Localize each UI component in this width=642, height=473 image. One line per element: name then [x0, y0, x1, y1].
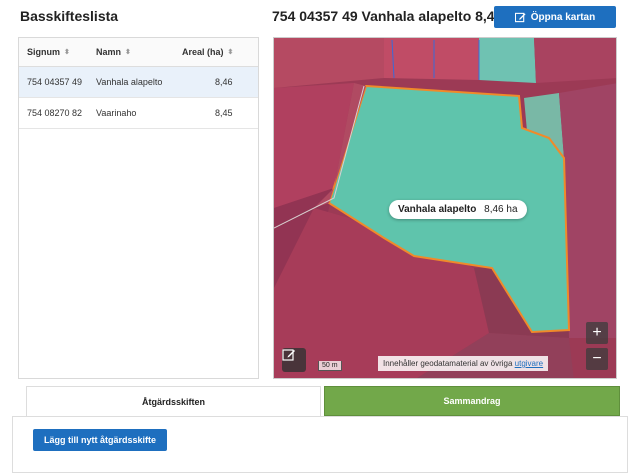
- table-row[interactable]: 754 04357 49 Vanhala alapelto 8,46: [19, 67, 258, 98]
- column-header-label: Signum: [27, 47, 60, 57]
- attribution-text: Innehåller geodatamaterial av övriga: [383, 359, 513, 368]
- column-header-name[interactable]: Namn ⬍: [96, 47, 131, 57]
- draw-button[interactable]: [282, 348, 306, 372]
- column-header-label: Namn: [96, 47, 122, 57]
- row-area: 8,45: [215, 108, 233, 118]
- edit-icon: [514, 12, 526, 22]
- row-name: Vanhala alapelto: [96, 77, 163, 87]
- map-view[interactable]: Vanhala alapelto 8,46 ha + − 50 m Innehå…: [273, 37, 617, 379]
- scale-bar: 50 m: [318, 361, 342, 371]
- zoom-out-button[interactable]: −: [586, 348, 608, 370]
- parcel-label: Vanhala alapelto 8,46 ha: [389, 200, 527, 219]
- list-title: Basskifteslista: [20, 8, 119, 24]
- add-measure-parcel-button[interactable]: Lägg till nytt åtgärdsskifte: [33, 429, 167, 451]
- sort-icon: ⬍: [227, 49, 234, 56]
- parcel-list: Signum ⬍ Namn ⬍ Areal (ha) ⬍ 754 04357 4…: [18, 37, 259, 379]
- row-name: Vaarinaho: [96, 108, 137, 118]
- zoom-in-button[interactable]: +: [586, 322, 608, 344]
- row-area: 8,46: [215, 77, 233, 87]
- list-header: Signum ⬍ Namn ⬍ Areal (ha) ⬍: [19, 38, 258, 67]
- open-map-label: Öppna kartan: [530, 11, 596, 23]
- row-signum: 754 08270 82: [27, 108, 83, 118]
- tab-atgardsskiften[interactable]: Åtgärdsskiften: [26, 386, 321, 416]
- open-map-button[interactable]: Öppna kartan: [494, 6, 616, 28]
- row-signum: 754 04357 49: [27, 77, 83, 87]
- table-row[interactable]: 754 08270 82 Vaarinaho 8,45: [19, 98, 258, 129]
- column-header-area[interactable]: Areal (ha) ⬍: [182, 47, 233, 57]
- column-header-label: Areal (ha): [182, 47, 224, 57]
- column-header-signum[interactable]: Signum ⬍: [27, 47, 70, 57]
- tab-sammandrag[interactable]: Sammandrag: [324, 386, 620, 416]
- pencil-icon: [282, 349, 295, 361]
- map-attribution: Innehåller geodatamaterial av övriga utg…: [378, 356, 549, 371]
- sort-icon: ⬍: [64, 49, 70, 56]
- selected-parcel-title: 754 04357 49 Vanhala alapelto 8,46 ha: [272, 8, 523, 24]
- attribution-link[interactable]: utgivare: [515, 359, 543, 368]
- parcel-label-name: Vanhala alapelto: [398, 204, 477, 215]
- sort-icon: ⬍: [125, 49, 131, 56]
- parcel-label-area: 8,46 ha: [484, 204, 518, 215]
